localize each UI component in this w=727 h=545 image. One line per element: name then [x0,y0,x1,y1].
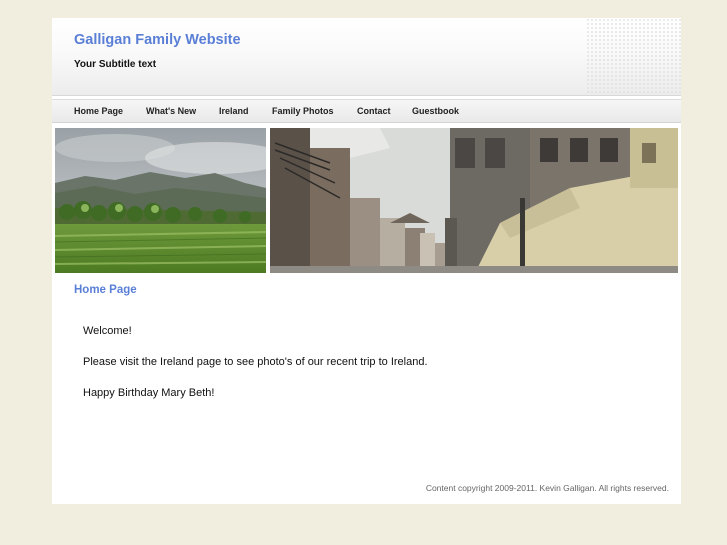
nav-item-home-page[interactable]: Home Page [74,106,123,116]
nav-item-family-photos[interactable]: Family Photos [272,106,334,116]
nav-item-whats-new[interactable]: What's New [146,106,196,116]
page-heading: Home Page [74,284,137,296]
footer-copyright: Content copyright 2009-2011. Kevin Galli… [425,483,669,493]
site-header: Galligan Family Website Your Subtitle te… [52,18,681,96]
ireland-notice-text: Please visit the Ireland page to see pho… [83,356,428,368]
main-navigation: Home Page What's New Ireland Family Phot… [52,99,681,123]
header-dot-pattern [586,18,681,96]
nav-item-ireland[interactable]: Ireland [219,106,249,116]
site-subtitle: Your Subtitle text [74,59,157,70]
nav-item-guestbook[interactable]: Guestbook [412,106,459,116]
banner-image-street [270,128,678,273]
page-container: Galligan Family Website Your Subtitle te… [52,18,681,504]
welcome-text: Welcome! [83,325,132,337]
header-divider [52,95,681,96]
site-title[interactable]: Galligan Family Website [74,32,241,48]
birthday-message-text: Happy Birthday Mary Beth! [83,387,215,399]
banner-image-mountains [55,128,266,273]
nav-item-contact[interactable]: Contact [357,106,391,116]
